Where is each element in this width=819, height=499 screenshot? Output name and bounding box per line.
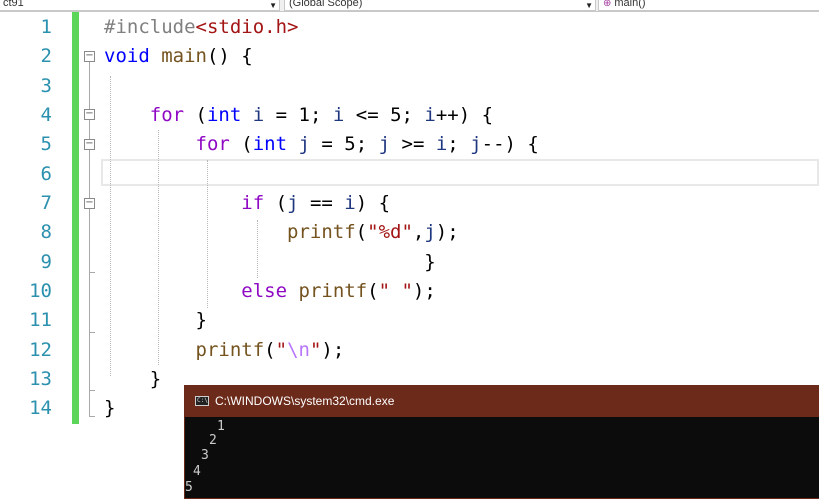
console-title-bar[interactable]: C:\ C:\WINDOWS\system32\cmd.exe — [185, 386, 819, 417]
line-number: 6 — [40, 163, 52, 185]
scope-label: (Global Scope) — [289, 0, 363, 9]
outline-end — [89, 390, 95, 391]
change-tracking-bar — [72, 12, 79, 424]
code-line-7: if (j == i) { — [241, 192, 391, 214]
collapse-icon[interactable]: − — [84, 51, 95, 62]
line-number: 4 — [40, 104, 52, 126]
outline-end — [89, 416, 95, 417]
line-number: 10 — [29, 280, 52, 302]
console-window[interactable]: C:\ C:\WINDOWS\system32\cmd.exe 1 2 3 4 … — [184, 385, 819, 499]
code-line-5: for (int j = 5; j >= i; j--) { — [195, 133, 539, 155]
output-line: 3 — [201, 448, 209, 463]
function-icon: ⊕ — [603, 0, 612, 9]
project-label: ct91 — [3, 0, 24, 9]
line-number: 3 — [40, 75, 52, 97]
line-number: 12 — [29, 339, 52, 361]
navigation-bar: ct91 ▼ (Global Scope) ▼ ⊕ main() — [0, 0, 819, 12]
code-line-4: for (int i = 1; i <= 5; i++) { — [149, 104, 494, 126]
code-line-12: printf("\n"); — [195, 339, 345, 361]
code-line-2: void main() { — [104, 45, 253, 67]
code-line-13: } — [104, 368, 162, 390]
code-line-11: } — [104, 309, 207, 331]
line-number: 1 — [40, 16, 52, 38]
console-output: 1 2 3 4 5 — [185, 417, 819, 498]
output-line: 1 — [217, 419, 225, 434]
line-number: 14 — [29, 397, 52, 419]
line-number: 7 — [40, 192, 52, 214]
member-label: main() — [614, 0, 646, 9]
chevron-down-icon: ▼ — [585, 1, 593, 10]
code-line-10: else printf(" "); — [241, 280, 436, 302]
console-app-icon: C:\ — [195, 396, 209, 406]
line-number: 2 — [40, 45, 52, 67]
collapse-icon[interactable]: − — [84, 198, 95, 209]
console-title: C:\WINDOWS\system32\cmd.exe — [215, 394, 395, 408]
current-line-highlight — [101, 159, 819, 186]
project-dropdown[interactable]: ct91 ▼ — [0, 0, 280, 11]
outline-end — [89, 272, 95, 273]
code-line-9: } — [104, 251, 436, 273]
output-line: 2 — [209, 433, 217, 448]
scope-dropdown[interactable]: (Global Scope) ▼ — [284, 0, 596, 11]
line-number: 11 — [29, 309, 52, 331]
code-line-14: } — [104, 397, 116, 419]
output-line: 5 — [185, 480, 193, 495]
output-line: 4 — [193, 464, 201, 479]
line-number: 13 — [29, 368, 52, 390]
code-line-1: #include<stdio.h> — [104, 16, 299, 38]
chevron-down-icon: ▼ — [269, 1, 277, 10]
line-number: 9 — [40, 251, 52, 273]
outline-end — [89, 332, 95, 333]
collapse-icon[interactable]: − — [84, 109, 95, 120]
code-line-8: printf("%d",j); — [287, 221, 459, 243]
line-number-gutter: 1 2 3 4 5 6 7 8 9 10 11 12 13 14 — [0, 12, 72, 495]
line-number: 8 — [40, 221, 52, 243]
line-number: 5 — [40, 133, 52, 155]
outlining-margin: − − − − — [84, 12, 100, 432]
member-dropdown[interactable]: ⊕ main() — [598, 0, 819, 11]
collapse-icon[interactable]: − — [84, 139, 95, 150]
